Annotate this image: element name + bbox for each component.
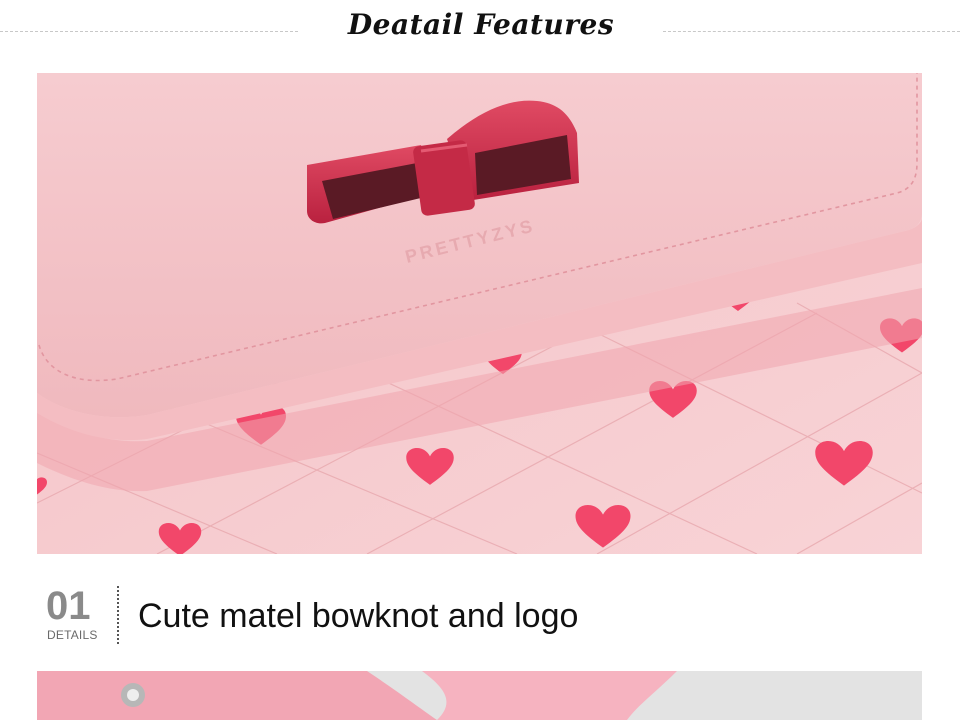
product-detail-photo: PRETTYZYS: [37, 73, 922, 554]
detail-divider: [117, 586, 119, 644]
detail-label: DETAILS: [47, 628, 98, 642]
section-title: Deatail Features: [347, 8, 615, 41]
detail-caption: Cute matel bowknot and logo: [138, 597, 579, 635]
product-detail-photo-2: [37, 671, 922, 720]
header-rule-left: [0, 31, 298, 32]
detail-caption-row: 01 DETAILS Cute matel bowknot and logo: [37, 580, 922, 650]
header-rule-right: [663, 31, 960, 32]
detail-number: 01: [46, 584, 91, 628]
section-header: Deatail Features: [0, 0, 960, 60]
